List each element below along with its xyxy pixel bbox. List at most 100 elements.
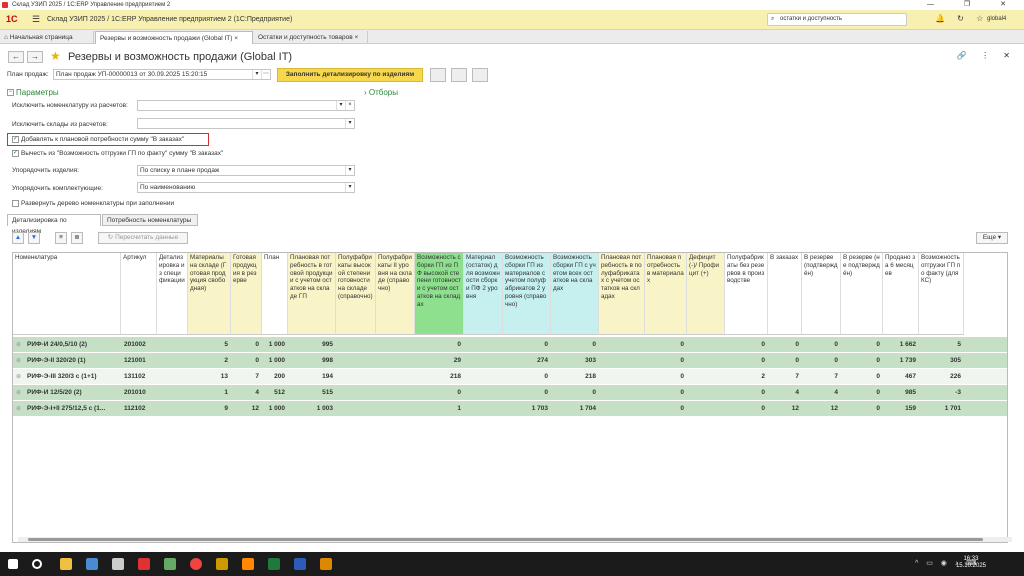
back-button[interactable]: ← [8,51,24,63]
app-icon[interactable] [112,558,124,570]
table-settings-icon[interactable] [472,68,488,82]
word-icon[interactable] [294,558,306,570]
column-header[interactable]: План [262,253,288,335]
close-icon[interactable]: × [355,34,359,41]
move-up-icon[interactable]: ▲ [12,232,24,244]
column-header[interactable]: Материалы на складе (Готовая продукция с… [188,253,231,335]
tab-reserves[interactable]: Резервы и возможность продажи (Global IT… [95,31,253,44]
column-header[interactable]: Полуфабрикаты высокой степени готовности… [336,253,376,335]
column-header[interactable]: Артикул [121,253,157,335]
chrome-icon[interactable] [190,558,202,570]
column-header[interactable]: Готовая продукция в резерве [231,253,262,335]
column-header[interactable]: Плановая потребность в готовой продукции… [288,253,336,335]
column-header[interactable]: Детализировка из спецификации [157,253,188,335]
search-icon[interactable] [32,559,42,569]
column-header[interactable]: Возможность сборки ГП из ПФ высокой степ… [415,253,464,335]
window-controls[interactable]: — ❐ ✕ [927,0,1020,10]
column-header[interactable]: Дефицит (-)/ Профицит (+) [687,253,725,335]
expand-row-icon[interactable]: ⊕ [16,401,21,417]
forward-button[interactable]: → [27,51,43,63]
fill-detail-button[interactable]: Заполнить детализировку по изделиям [277,68,423,82]
table-row[interactable]: РИФ-Э-II 320/20 (1) 121001 2 0 1 000 998 29 274… [13,353,1007,369]
clock[interactable]: 16:33 15.10.2025 [956,556,986,570]
menu-icon[interactable]: ☰ [32,14,40,25]
table-cell: 995 [322,341,333,348]
horizontal-scrollbar[interactable] [18,537,1012,542]
column-header[interactable]: Плановая потребность в полуфабрикатах с … [599,253,645,335]
app-icon[interactable] [86,558,98,570]
expand-tree-checkbox[interactable]: Развернуть дерево номенклатуры при запол… [12,200,174,207]
move-down-icon[interactable]: ▼ [28,232,40,244]
favorite-star-icon[interactable]: ★ [50,49,61,63]
column-header[interactable]: Полуфабрикаты без резервов в производств… [725,253,768,335]
exclude-wh-field[interactable]: ▾ [137,118,355,129]
data-table: Номенклатура Артикул Детализировка из спец… [12,252,1008,543]
table-cell [464,369,503,385]
table-cell: 4 [255,389,259,396]
table-cell: 7 [795,373,799,380]
column-header[interactable]: Номенклатура [13,253,121,335]
column-header[interactable]: В резерве (не подтверждён) [841,253,883,335]
column-header[interactable]: Материал (остаток) для возможности сборк… [464,253,503,335]
recalc-button[interactable]: ↻ Пересчитать данные [98,232,188,244]
cell-name: РИФ-Э-II 320/20 (1) [27,357,86,364]
column-header[interactable]: Возможность отгрузки ГП по факту (для КС… [919,253,964,335]
tab-nomenclature-need[interactable]: Потребность номенклатуры [102,214,198,226]
table-row[interactable]: РИФ-Э-III 320/3 с (1+1) 131102 13 7 200 194 21… [13,369,1007,385]
order-kit-select[interactable]: По наименованию ▾ [137,182,355,193]
plan-field[interactable]: План продаж УП-00000013 от 30.09.2025 15… [53,69,271,80]
app-icon[interactable] [138,558,150,570]
subtract-orders-checkbox[interactable]: ✓ Вычесть из "Возможность отгрузки ГП по … [12,150,223,157]
exclude-nom-field[interactable]: ▾ × [137,100,355,111]
app-icon[interactable] [164,558,176,570]
table-cell: 0 [761,341,765,348]
1c-icon[interactable] [216,558,228,570]
report-icon[interactable] [430,68,446,82]
table-row[interactable]: РИФ-И 12/5/20 (2) 201010 1 4 512 515 0 0 0 0 0 4 4 0 9… [13,385,1007,401]
column-header[interactable]: Продано за 6 месяцев [883,253,919,335]
expand-row-icon[interactable]: ⊕ [16,369,21,385]
table-cell: 7 [255,373,259,380]
params-section[interactable]: − Параметры [7,88,59,97]
table-cell [336,401,376,417]
more-button[interactable]: Еще ▾ [976,232,1008,244]
add-orders-checkbox[interactable]: ✓ Добавлять к плановой потребности сумму … [12,136,184,143]
print-icon[interactable] [451,68,467,82]
table-cell: 2 [224,357,228,364]
table-row[interactable]: РИФ-Э-I+II 275/12,5 с (1... 112102 9 12 1 00… [13,401,1007,417]
table-cell [687,401,725,417]
table-cell: -3 [955,389,961,396]
expand-row-icon[interactable]: ⊕ [16,385,21,401]
expand-icon[interactable]: ≡ [55,232,67,244]
expand-row-icon[interactable]: ⊕ [16,353,21,369]
vlc-icon[interactable] [242,558,254,570]
table-cell: 985 [905,389,916,396]
user-name[interactable]: global4 [987,16,1006,22]
filters-section[interactable]: › Отборы [364,88,398,97]
table-cell: 0 [795,341,799,348]
column-header[interactable]: В резерве (подтверждён) [802,253,841,335]
form-header-icons[interactable]: 🔗 ⋮ ✕ [957,51,1016,60]
column-header[interactable]: Возможность сборки ГП из материалов с уч… [503,253,551,335]
global-search-input[interactable]: ⌕ остатки и доступность [767,13,907,26]
excel-icon[interactable] [268,558,280,570]
app-icon[interactable] [320,558,332,570]
table-row[interactable]: РИФ-И 24/0,5/10 (2) 201002 5 0 1 000 995 0 0 0 0 0… [13,337,1007,353]
explorer-icon[interactable] [60,558,72,570]
column-header[interactable]: Плановая потребность в материалах [645,253,687,335]
collapse-all-icon[interactable]: ≣ [71,232,83,244]
windows-start-icon[interactable] [8,559,18,569]
column-header[interactable]: Полуфабрикаты II уровня на складе (справ… [376,253,415,335]
table-cell: 0 [795,357,799,364]
header-icons[interactable]: 🔔 ↻ ☆ [935,14,988,23]
tab-stock[interactable]: Остатки и доступность товаров × [254,31,368,44]
collapse-icon: − [7,89,14,97]
order-items-select[interactable]: По списку в плане продаж ▾ [137,165,355,176]
close-icon[interactable]: × [234,35,238,42]
tab-home[interactable]: ⌂ Начальная страница [0,31,94,44]
expand-row-icon[interactable]: ⊕ [16,337,21,353]
column-header[interactable]: Возможность сборки ГП с учетом всех оста… [551,253,599,335]
table-cell: 0 [680,389,684,396]
tab-detail-by-item[interactable]: Детализировка по изделиям [7,214,101,235]
column-header[interactable]: В заказах [768,253,802,335]
